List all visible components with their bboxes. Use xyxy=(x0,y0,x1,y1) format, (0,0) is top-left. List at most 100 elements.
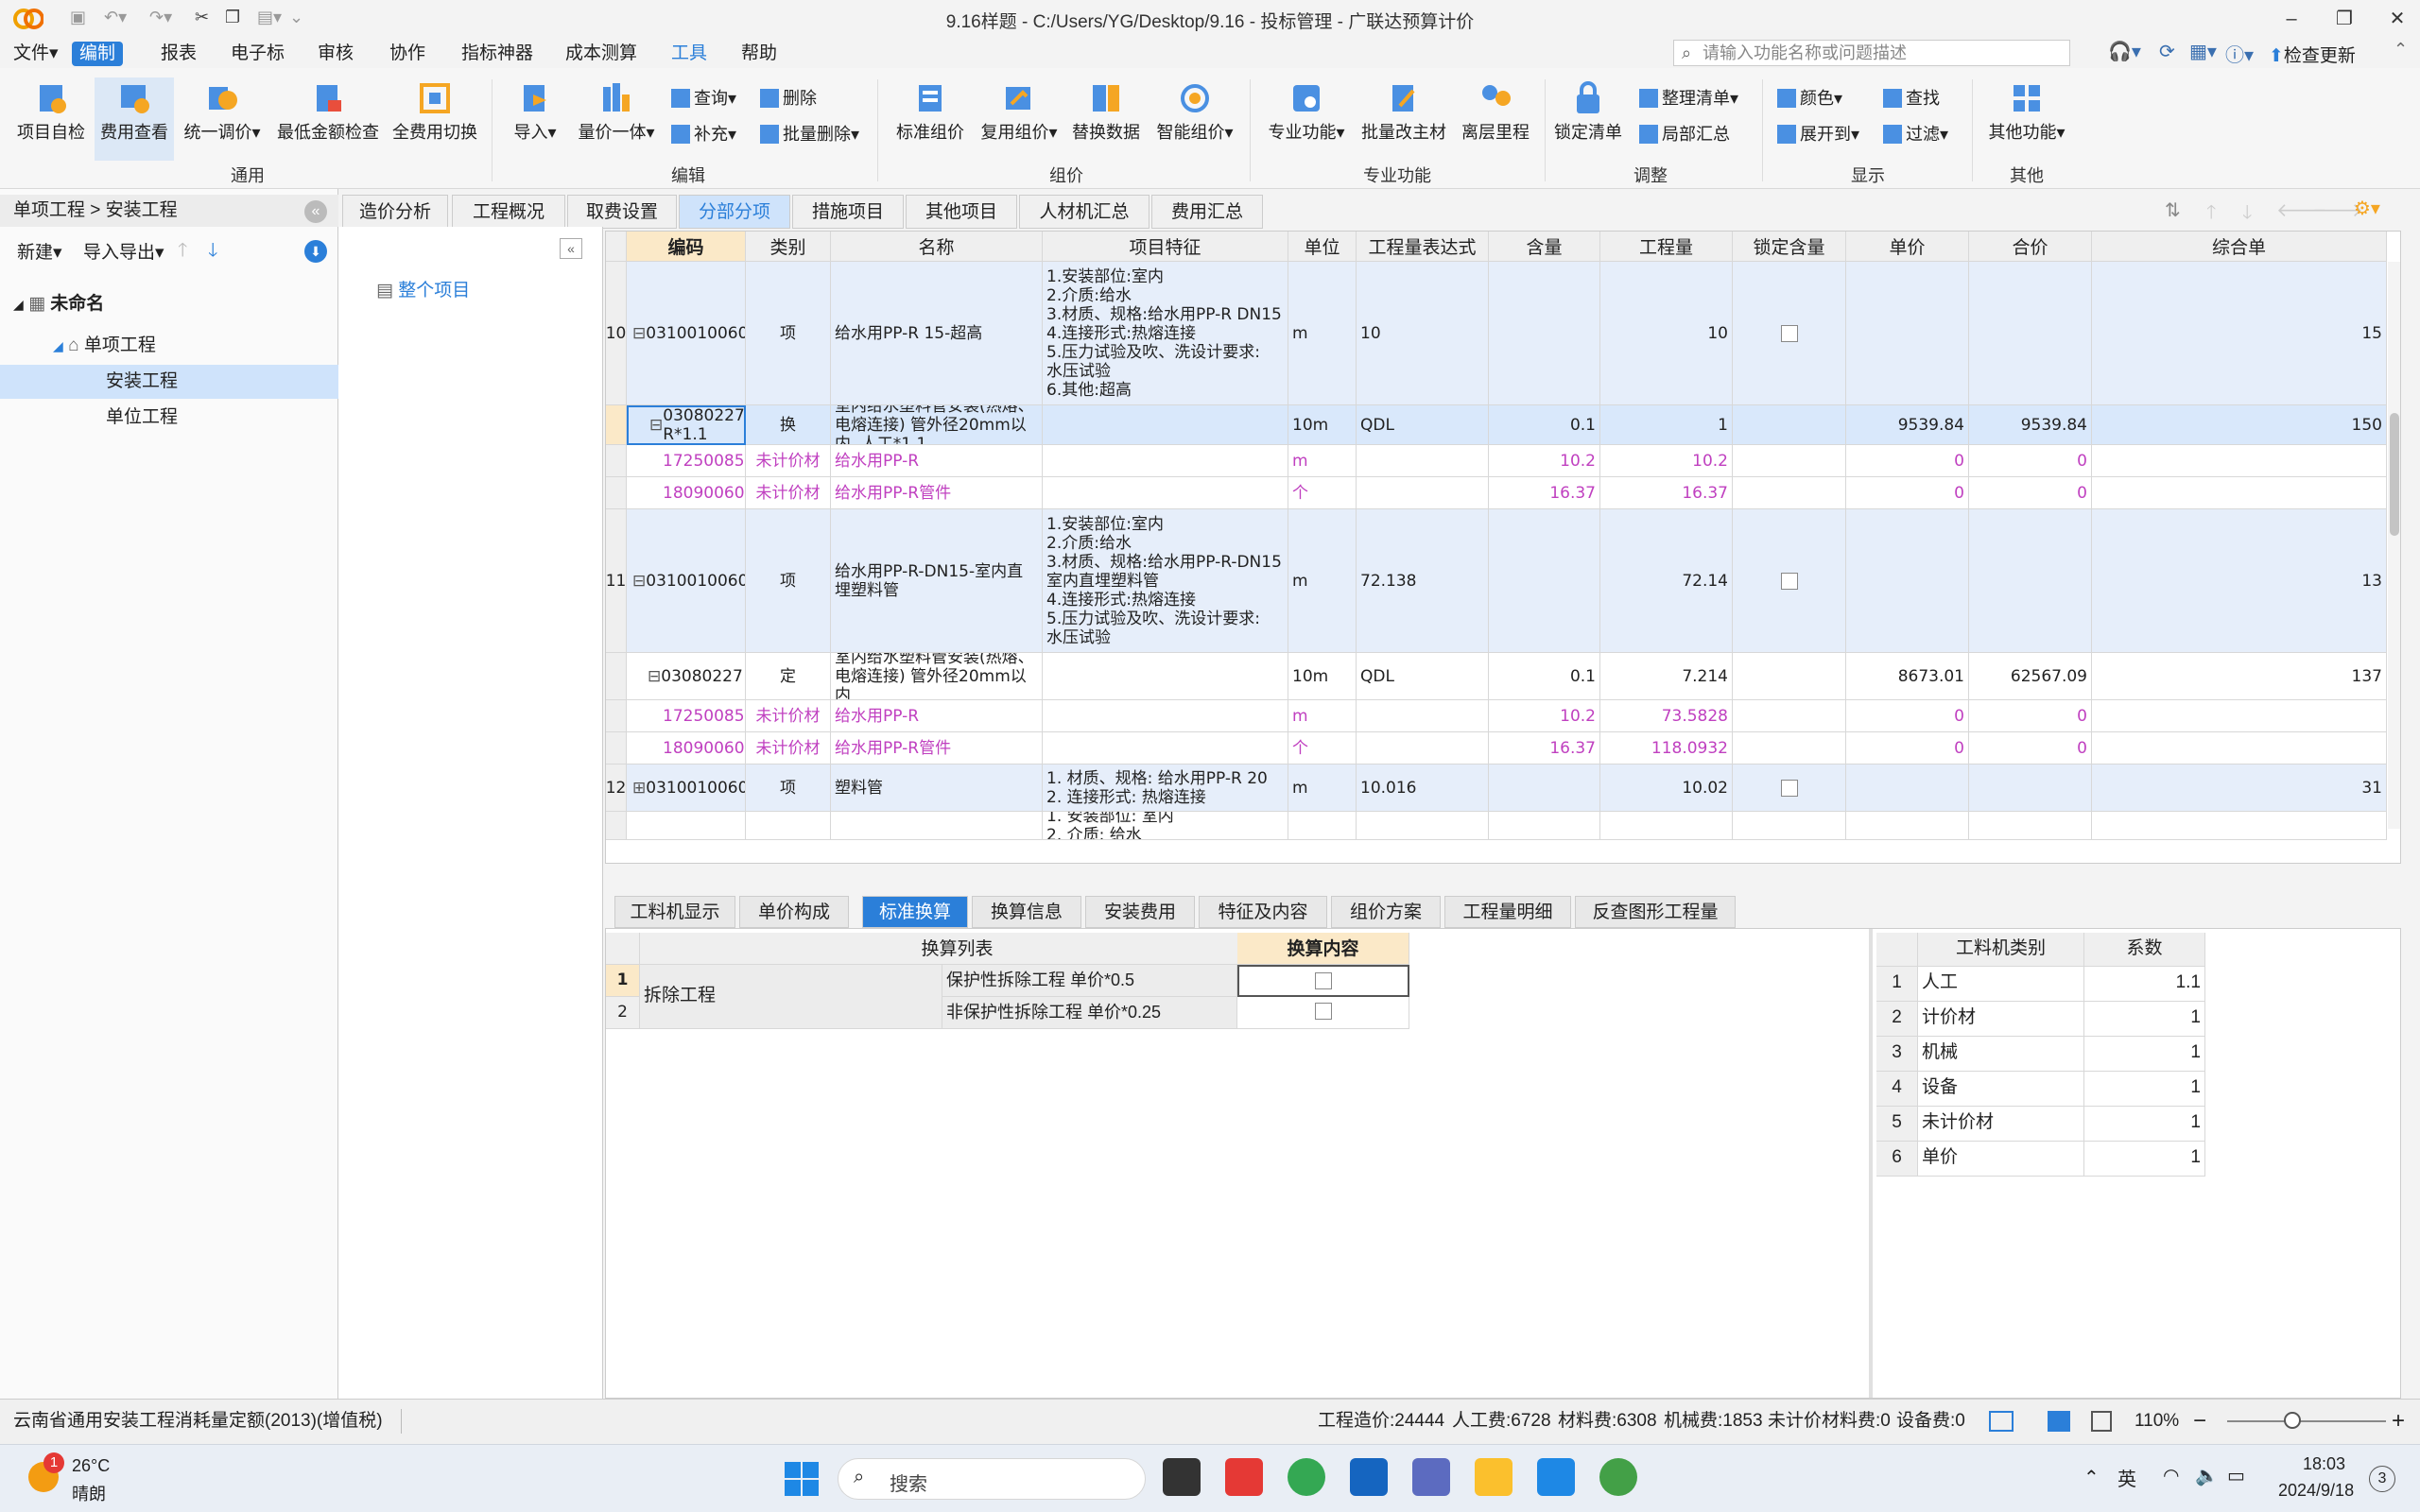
btab-install-fee[interactable]: 安装费用 xyxy=(1085,896,1195,928)
menu-report[interactable]: 报表 xyxy=(153,42,204,66)
grid-cell-unit[interactable]: m xyxy=(1288,509,1357,653)
lock-list-button[interactable]: 锁定清单 xyxy=(1550,81,1626,144)
grid-cell-name[interactable]: 室内给水塑料管安装(热熔、电熔连接) 管外径20mm以内 xyxy=(831,653,1043,700)
grid-cell-no[interactable] xyxy=(606,445,627,477)
grid-cell-content[interactable]: 10.2 xyxy=(1489,700,1600,732)
grid-header-comp[interactable]: 综合单 xyxy=(2092,232,2387,262)
settings-icon[interactable]: ⚙▾ xyxy=(2354,197,2380,220)
import-export-button[interactable]: 导入导出▾ xyxy=(83,238,164,264)
tree-node-root[interactable]: ◢ ▦ 未命名 xyxy=(13,287,104,321)
grid-cell-price[interactable] xyxy=(1846,812,1969,840)
grid-cell-code[interactable]: 17250085@4 xyxy=(627,445,746,477)
tab-fee-summary[interactable]: 费用汇总 xyxy=(1151,195,1263,229)
wifi-icon[interactable]: ◠ xyxy=(2163,1464,2179,1487)
grid-cell-no[interactable] xyxy=(606,700,627,732)
grid-header-unit[interactable]: 单位 xyxy=(1288,232,1357,262)
btab-quantity-detail[interactable]: 工程量明细 xyxy=(1444,896,1571,928)
arrow-down-icon[interactable]: 🡓 xyxy=(2242,198,2252,231)
whole-project-node[interactable]: ▤ 整个项目 xyxy=(376,276,470,301)
tree-node-single-project[interactable]: ◢ ⌂ 单项工程 xyxy=(53,329,156,363)
grid-cell-total[interactable] xyxy=(1969,812,2092,840)
grid-cell-expr[interactable]: QDL xyxy=(1357,405,1489,445)
grid-cell-comp[interactable]: 31 xyxy=(2092,765,2387,812)
grid-cell-comp[interactable] xyxy=(2092,732,2387,765)
self-check-button[interactable]: 项目自检 xyxy=(13,81,89,144)
grid-cell-content[interactable]: 16.37 xyxy=(1489,732,1600,765)
grid-cell-no[interactable] xyxy=(606,812,627,840)
grid-cell-unit[interactable]: m xyxy=(1288,765,1357,812)
vertical-scrollbar[interactable] xyxy=(2388,262,2400,829)
glodon-icon[interactable] xyxy=(1537,1458,1575,1496)
grid-cell-qty[interactable]: 10.2 xyxy=(1600,445,1733,477)
grid-cell-lock[interactable] xyxy=(1733,765,1846,812)
grid-cell-total[interactable]: 9539.84 xyxy=(1969,405,2092,445)
battery-icon[interactable]: ▭ xyxy=(2227,1464,2245,1487)
grid-cell-comp[interactable] xyxy=(2092,812,2387,840)
grid-cell-comp[interactable]: 13 xyxy=(2092,509,2387,653)
grid-cell-code[interactable]: ⊟ 031001006011 xyxy=(627,509,746,653)
grid-header-type[interactable]: 类别 xyxy=(746,232,831,262)
grid-cell-lock[interactable] xyxy=(1733,812,1846,840)
grid-cell-no[interactable] xyxy=(606,732,627,765)
menu-collab[interactable]: 协作 xyxy=(382,42,433,66)
chrome-icon[interactable] xyxy=(1288,1458,1325,1496)
menu-indicator[interactable]: 指标神器 xyxy=(454,42,541,66)
grid-cell-name[interactable]: 给水用PP-R-DN15-室内直埋塑料管 xyxy=(831,509,1043,653)
grid-cell-unit[interactable]: m xyxy=(1288,700,1357,732)
lock-content-checkbox[interactable] xyxy=(1780,572,1798,590)
grid-cell-type[interactable]: 项 xyxy=(746,765,831,812)
grid-header-qty[interactable]: 工程量 xyxy=(1600,232,1733,262)
lock-content-checkbox[interactable] xyxy=(1780,324,1798,342)
grid-cell-content[interactable] xyxy=(1489,262,1600,405)
menu-file[interactable]: 文件▾ xyxy=(6,42,66,66)
menu-help[interactable]: 帮助 xyxy=(734,42,785,66)
grid-cell-code[interactable]: ⊟ 03080227 xyxy=(627,653,746,700)
zoom-slider-thumb[interactable] xyxy=(2284,1412,2301,1429)
grid-cell-lock[interactable] xyxy=(1733,262,1846,405)
grid-cell-type[interactable]: 未计价材 xyxy=(746,700,831,732)
grid-cell-expr[interactable]: 72.138 xyxy=(1357,509,1489,653)
grid-cell-type[interactable]: 项 xyxy=(746,262,831,405)
min-amount-check-button[interactable]: 最低金额检查 xyxy=(272,81,384,144)
notification-count[interactable]: 3 xyxy=(2369,1466,2395,1492)
lock-content-checkbox[interactable] xyxy=(1780,779,1798,797)
grid-cell-price[interactable] xyxy=(1846,262,1969,405)
btab-unit-price[interactable]: 单价构成 xyxy=(739,896,849,928)
grid-cell-type[interactable]: 未计价材 xyxy=(746,445,831,477)
fee-view-button[interactable]: 费用查看 xyxy=(95,77,174,161)
grid-cell-expr[interactable] xyxy=(1357,700,1489,732)
app-a-icon[interactable] xyxy=(1412,1458,1450,1496)
close-button[interactable]: ✕ xyxy=(2378,4,2416,34)
expand-toggle-icon[interactable]: ⊟ xyxy=(632,324,646,343)
collapse-arrow-icon[interactable]: ◢ xyxy=(13,297,24,312)
full-fee-switch-button[interactable]: 全费用切换 xyxy=(389,81,480,144)
grid-cell-no[interactable] xyxy=(606,405,627,445)
grid-cell-price[interactable]: 0 xyxy=(1846,477,1969,509)
grid-cell-price[interactable]: 8673.01 xyxy=(1846,653,1969,700)
expand-toggle-icon[interactable]: ⊟ xyxy=(632,572,646,591)
grid-cell-price[interactable] xyxy=(1846,509,1969,653)
grid-cell-content[interactable] xyxy=(1489,812,1600,840)
grid-cell-qty[interactable]: 7.214 xyxy=(1600,653,1733,700)
info-icon[interactable]: ⓘ▾ xyxy=(2225,40,2254,67)
windows-start-icon[interactable] xyxy=(785,1462,819,1496)
grid-cell-unit[interactable] xyxy=(1288,812,1357,840)
grid-cell-type[interactable]: 定 xyxy=(746,653,831,700)
batch-delete-button[interactable]: 批量删除▾ xyxy=(760,121,859,147)
ime-indicator[interactable]: 英 xyxy=(2118,1464,2136,1491)
minimize-button[interactable]: – xyxy=(2273,4,2310,34)
grid-cell-expr[interactable]: 10.016 xyxy=(1357,765,1489,812)
expand-toggle-icon[interactable]: ⊟ xyxy=(648,667,661,686)
grid-cell-name[interactable]: 给水用PP-R xyxy=(831,445,1043,477)
grid-cell-content[interactable]: 0.1 xyxy=(1489,653,1600,700)
supplement-button[interactable]: 补充▾ xyxy=(671,121,736,147)
collapse-tree-icon[interactable]: « xyxy=(560,238,582,259)
grid-cell-unit[interactable]: 个 xyxy=(1288,732,1357,765)
grid-cell-price[interactable]: 0 xyxy=(1846,700,1969,732)
tab-other-items[interactable]: 其他项目 xyxy=(906,195,1017,229)
tree-node-install[interactable]: 安装工程 xyxy=(0,365,338,399)
grid-header-lock[interactable]: 锁定含量 xyxy=(1733,232,1846,262)
menu-audit[interactable]: 审核 xyxy=(310,42,361,66)
toolbar-sort-icon[interactable]: ⇅ xyxy=(2165,198,2181,222)
move-up-icon[interactable]: 🡑 xyxy=(178,236,187,268)
